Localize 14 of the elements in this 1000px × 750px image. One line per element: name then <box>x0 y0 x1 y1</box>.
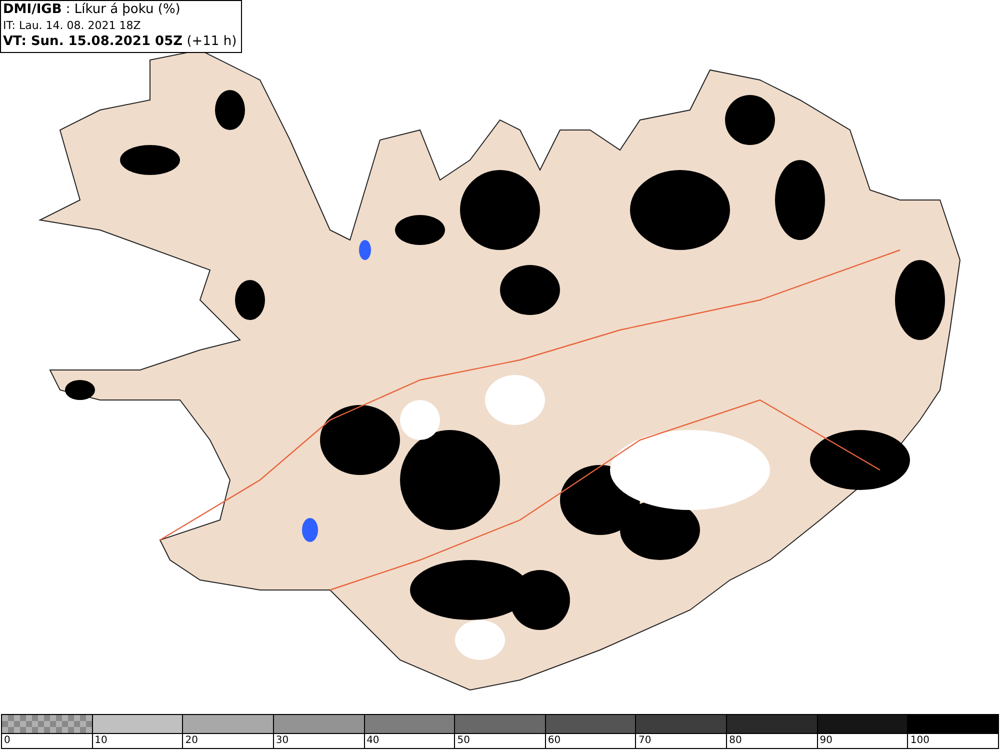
legend-label: 20 <box>185 735 198 746</box>
legend-label: 90 <box>820 735 832 746</box>
legend-label: 50 <box>457 735 470 746</box>
legend-label: 100 <box>910 735 930 746</box>
legend-label: 10 <box>94 735 108 746</box>
legend-label: 70 <box>638 735 652 746</box>
legend-label: 80 <box>729 735 742 746</box>
valid-time: VT: Sun. 15.08.2021 05Z (+11 h) <box>3 34 237 50</box>
legend-label: 30 <box>276 735 289 746</box>
legend-label: 60 <box>548 735 561 746</box>
legend-label: 40 <box>366 735 380 746</box>
legend-label: 0 <box>4 735 10 746</box>
issue-time: IT: Lau. 14. 08. 2021 18Z <box>3 18 142 34</box>
map-title: DMI/IGB : Líkur á þoku (%) <box>3 2 182 18</box>
